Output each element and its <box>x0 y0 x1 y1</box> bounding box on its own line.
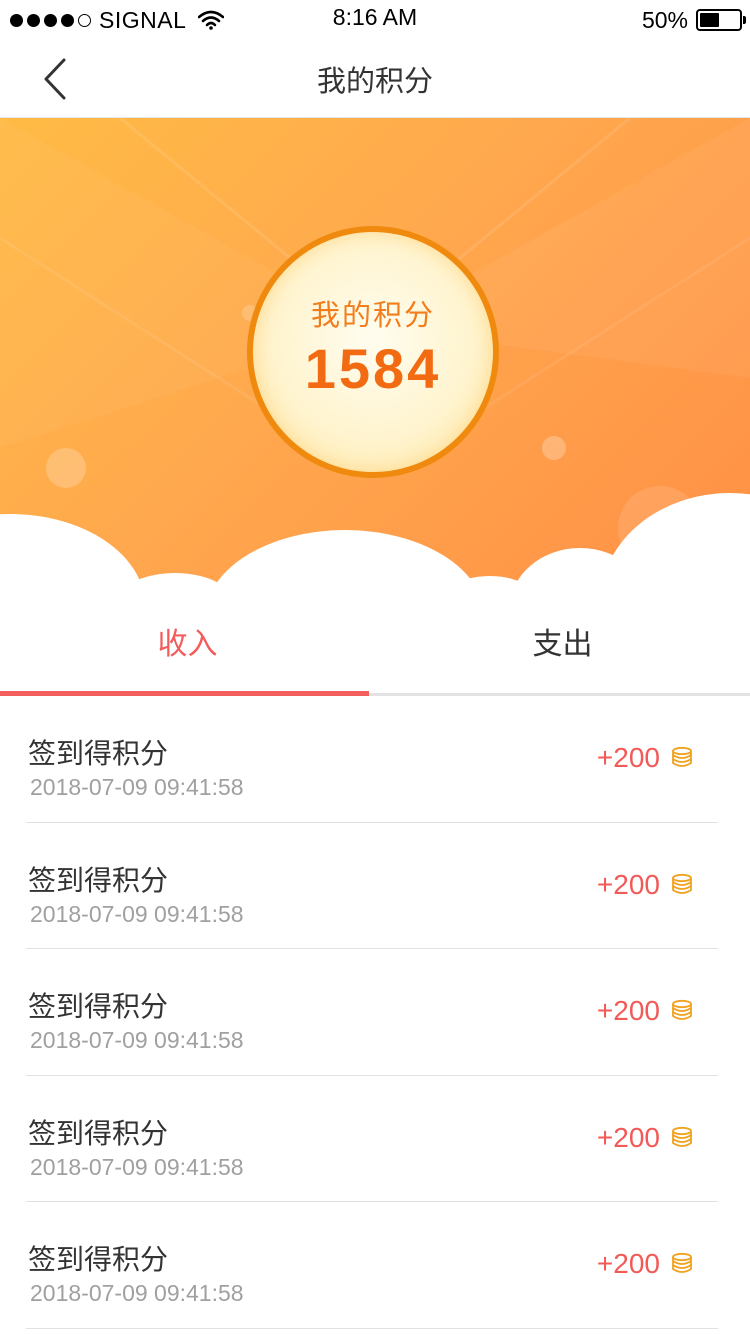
points-value: 1584 <box>304 337 442 400</box>
record-title: 签到得积分 <box>28 990 169 1023</box>
nav-bar: 我的积分 <box>0 40 750 118</box>
record-time: 2018-07-09 09:41:58 <box>30 1027 244 1053</box>
battery-fill <box>700 13 719 27</box>
coin-stack-icon <box>672 1126 692 1147</box>
points-badge: 我的积分 1584 <box>247 226 499 478</box>
record-title: 签到得积分 <box>28 1116 169 1150</box>
record-time: 2018-07-09 09:41:58 <box>30 1280 244 1306</box>
points-label: 我的积分 <box>310 298 435 332</box>
coin-stack-icon <box>672 1252 692 1273</box>
list-item[interactable]: 签到得积分 2018-07-09 09:41:58 +200 <box>26 949 718 1076</box>
record-title: 签到得积分 <box>28 863 169 897</box>
record-time: 2018-07-09 09:41:58 <box>30 1153 244 1180</box>
tab-income[interactable]: 收入 <box>0 600 375 693</box>
tab-bar: 收入 支出 <box>0 600 750 696</box>
tab-expense[interactable]: 支出 <box>375 600 750 693</box>
coin-stack-icon <box>672 746 692 767</box>
list-item[interactable]: 签到得积分 2018-07-09 09:41:58 +200 <box>26 1076 718 1202</box>
record-amount: +200 <box>596 1248 660 1279</box>
coin-stack-icon <box>672 999 692 1020</box>
record-title: 签到得积分 <box>28 1243 169 1276</box>
points-record-list: 签到得积分 2018-07-09 09:41:58 +200 签到得积分 2018-07… <box>0 696 750 1329</box>
record-amount: +200 <box>596 742 660 773</box>
record-amount: +200 <box>596 868 660 900</box>
list-item[interactable]: 签到得积分 2018-07-09 09:41:58 +200 <box>26 823 718 949</box>
status-time: 8:16 AM <box>332 4 418 30</box>
page-title: 我的积分 <box>316 64 433 98</box>
record-title: 签到得积分 <box>28 737 169 770</box>
record-amount: +200 <box>596 1121 660 1153</box>
list-item[interactable]: 签到得积分 2018-07-09 09:41:58 +200 <box>26 696 718 823</box>
status-right: 50% <box>641 6 746 34</box>
record-time: 2018-07-09 09:41:58 <box>30 774 244 800</box>
status-bar: SIGNAL 8:16 AM 50% <box>0 0 750 40</box>
battery-percent: 50% <box>641 6 688 33</box>
record-amount: +200 <box>596 995 660 1026</box>
coin-stack-icon <box>672 873 692 894</box>
battery-icon <box>696 9 746 31</box>
points-header: 我的积分 1584 <box>0 118 750 600</box>
record-time: 2018-07-09 09:41:58 <box>30 900 244 927</box>
list-item[interactable]: 签到得积分 2018-07-09 09:41:58 +200 <box>26 1202 718 1329</box>
